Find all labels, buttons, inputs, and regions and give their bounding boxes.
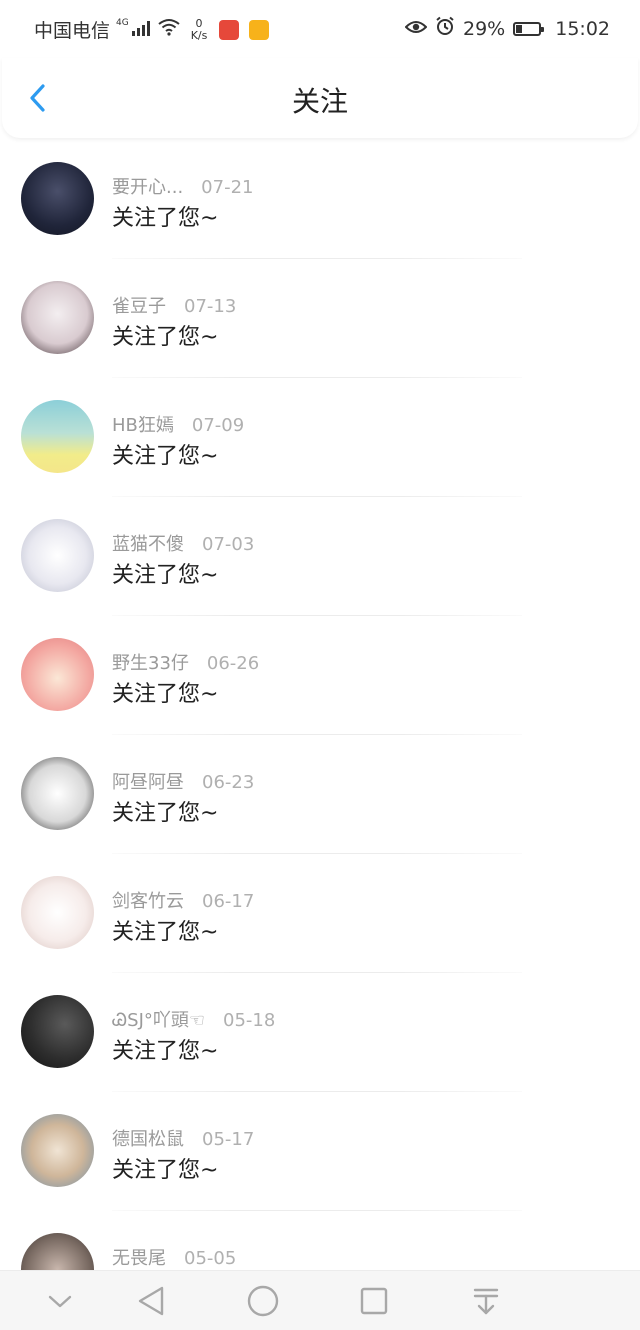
app-notification-icon bbox=[219, 19, 240, 40]
back-triangle-icon bbox=[134, 1286, 170, 1323]
network-type: 4G bbox=[116, 17, 129, 28]
follower-meta: ᏊSJ°吖頭☜ 05-18 bbox=[112, 1006, 275, 1032]
nav-back-button[interactable] bbox=[134, 1283, 170, 1319]
follow-date: 06-23 bbox=[202, 772, 255, 793]
follower-meta: HB狂嫣 07-09 bbox=[112, 411, 244, 437]
follow-date: 05-17 bbox=[202, 1129, 255, 1150]
follower-row[interactable]: 无畏尾 05-05 bbox=[0, 1211, 640, 1270]
avatar[interactable] bbox=[21, 400, 94, 473]
avatar[interactable] bbox=[21, 876, 94, 949]
follow-date: 07-09 bbox=[191, 415, 245, 436]
avatar[interactable] bbox=[21, 995, 94, 1068]
chevron-down-icon bbox=[42, 1295, 78, 1323]
follower-name[interactable]: 野生33仔 bbox=[112, 649, 189, 675]
follow-date: 06-17 bbox=[202, 891, 255, 912]
nav-notification-button[interactable] bbox=[468, 1283, 504, 1319]
follower-meta: 德国松鼠 05-17 bbox=[112, 1125, 254, 1151]
status-right: 29% 15:02 bbox=[404, 16, 610, 41]
follower-meta: 无畏尾 05-05 bbox=[112, 1244, 236, 1270]
follower-name[interactable]: 阿昼阿昼 bbox=[112, 768, 184, 794]
follow-message: 关注了您~ bbox=[112, 682, 219, 707]
alarm-icon bbox=[435, 16, 455, 41]
carrier-label: 中国电信 bbox=[34, 20, 111, 42]
follow-message: 关注了您~ bbox=[112, 206, 219, 231]
battery-percent: 29% bbox=[463, 17, 506, 40]
follow-date: 06-26 bbox=[206, 653, 260, 674]
follower-name[interactable]: 蓝猫不傻 bbox=[112, 530, 184, 556]
follow-date: 05-05 bbox=[184, 1248, 237, 1269]
page-header: 关注 bbox=[2, 58, 638, 138]
follower-row[interactable]: ᏊSJ°吖頭☜ 05-18 关注了您~ bbox=[0, 973, 640, 1092]
signal-icon bbox=[131, 19, 151, 41]
status-left: 中国电信 4G 0 K/s bbox=[34, 16, 270, 43]
follow-date: 07-03 bbox=[202, 534, 255, 555]
follower-meta: 雀豆子 07-13 bbox=[112, 292, 236, 318]
follow-date: 07-13 bbox=[184, 296, 237, 317]
follower-row[interactable]: 雀豆子 07-13 关注了您~ bbox=[0, 259, 640, 378]
page-title: 关注 bbox=[291, 85, 348, 118]
eye-icon bbox=[404, 18, 428, 40]
network-speed: 0 K/s bbox=[190, 16, 208, 42]
avatar[interactable] bbox=[21, 281, 94, 354]
follower-name[interactable]: 剑客竹云 bbox=[112, 887, 184, 913]
follow-date: 05-18 bbox=[223, 1010, 276, 1031]
follower-row[interactable]: 野生33仔 06-26 关注了您~ bbox=[0, 616, 640, 735]
follow-message: 关注了您~ bbox=[112, 1158, 219, 1183]
wifi-icon bbox=[157, 18, 181, 41]
pull-down-icon bbox=[468, 1288, 504, 1323]
clock: 15:02 bbox=[555, 17, 610, 40]
nav-hide-button[interactable] bbox=[42, 1283, 78, 1319]
follow-message: 关注了您~ bbox=[112, 920, 219, 945]
follower-meta: 剑客竹云 06-17 bbox=[112, 887, 254, 913]
avatar[interactable] bbox=[21, 757, 94, 830]
follow-message: 关注了您~ bbox=[112, 1039, 219, 1064]
avatar[interactable] bbox=[21, 1233, 94, 1270]
follower-list[interactable]: 要开心... 07-21 关注了您~ 雀豆子 07-13 关注了您~ HB狂嫣 07-09 关注… bbox=[0, 140, 640, 1270]
recents-square-icon bbox=[356, 1287, 392, 1323]
battery-icon bbox=[513, 21, 545, 36]
follower-meta: 蓝猫不傻 07-03 bbox=[112, 530, 254, 556]
system-nav-bar bbox=[0, 1270, 640, 1330]
follower-row[interactable]: 蓝猫不傻 07-03 关注了您~ bbox=[0, 497, 640, 616]
follower-meta: 要开心... 07-21 bbox=[112, 173, 253, 199]
status-bar: 中国电信 4G 0 K/s 29% 15:02 bbox=[0, 0, 640, 58]
follow-message: 关注了您~ bbox=[112, 563, 219, 588]
follower-name[interactable]: 无畏尾 bbox=[112, 1244, 166, 1270]
follower-name[interactable]: 德国松鼠 bbox=[112, 1125, 184, 1151]
follower-row[interactable]: 要开心... 07-21 关注了您~ bbox=[0, 140, 640, 259]
follower-meta: 野生33仔 06-26 bbox=[112, 649, 259, 675]
follower-row[interactable]: 德国松鼠 05-17 关注了您~ bbox=[0, 1092, 640, 1211]
speed-value: 0 bbox=[195, 16, 203, 30]
follower-name[interactable]: 雀豆子 bbox=[112, 292, 166, 318]
follower-row[interactable]: 阿昼阿昼 06-23 关注了您~ bbox=[0, 735, 640, 854]
home-circle-icon bbox=[245, 1285, 281, 1323]
nav-home-button[interactable] bbox=[245, 1283, 281, 1319]
speed-unit: K/s bbox=[190, 28, 208, 42]
follower-name[interactable]: 要开心... bbox=[112, 173, 183, 199]
follow-date: 07-21 bbox=[201, 177, 254, 198]
nav-recents-button[interactable] bbox=[356, 1283, 392, 1319]
follow-message: 关注了您~ bbox=[112, 325, 219, 350]
follower-name[interactable]: HB狂嫣 bbox=[112, 411, 174, 437]
follower-row[interactable]: 剑客竹云 06-17 关注了您~ bbox=[0, 854, 640, 973]
avatar[interactable] bbox=[21, 1114, 94, 1187]
avatar[interactable] bbox=[21, 162, 94, 235]
follower-row[interactable]: HB狂嫣 07-09 关注了您~ bbox=[0, 378, 640, 497]
screen: 中国电信 4G 0 K/s 29% 15:02 关注 要开心... 07-21 … bbox=[0, 0, 640, 1330]
battery-fill bbox=[516, 24, 523, 33]
follower-name[interactable]: ᏊSJ°吖頭☜ bbox=[112, 1006, 205, 1032]
avatar[interactable] bbox=[21, 519, 94, 592]
message-notification-icon bbox=[249, 19, 270, 40]
follow-message: 关注了您~ bbox=[112, 444, 219, 469]
avatar[interactable] bbox=[21, 638, 94, 711]
follow-message: 关注了您~ bbox=[112, 801, 219, 826]
follower-meta: 阿昼阿昼 06-23 bbox=[112, 768, 254, 794]
